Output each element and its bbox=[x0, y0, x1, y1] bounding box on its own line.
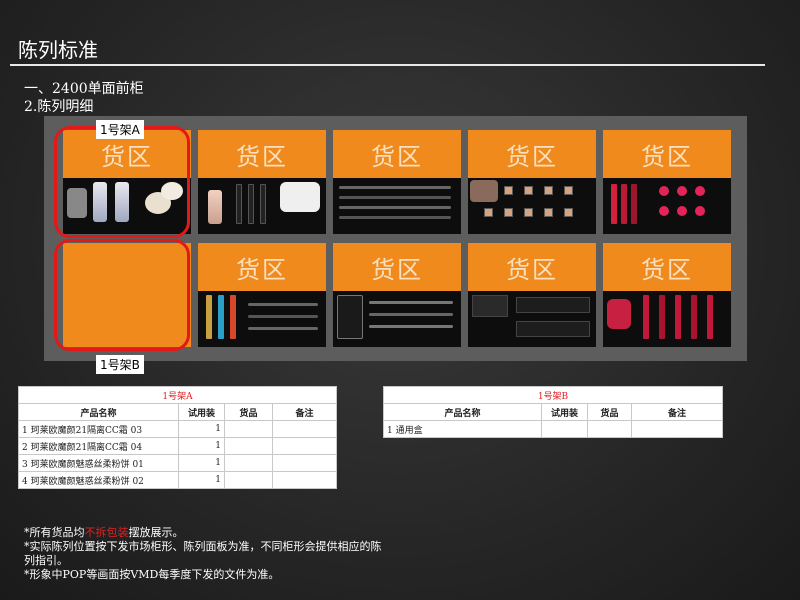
column-header-product: 产品名称 bbox=[18, 403, 179, 421]
tester-cell: 1 bbox=[178, 471, 225, 489]
column-header-goods: 货品 bbox=[224, 403, 273, 421]
table-row: 2 珂莱欧魔颜21隔离CC霜 04 1 bbox=[18, 437, 337, 455]
product-image-palette-box bbox=[468, 291, 596, 347]
tile-band-label: 货区 bbox=[198, 243, 326, 291]
rack-a-table: 1号架A 产品名称 试用装 货品 备注 1 珂莱欧魔颜21隔离CC霜 03 1 … bbox=[18, 386, 337, 489]
column-header-note: 备注 bbox=[272, 403, 337, 421]
display-tile-r1c5: 货区 bbox=[603, 130, 731, 234]
product-name-cell: 4 珂莱欧魔颜魅惑丝柔粉饼 02 bbox=[18, 471, 179, 489]
product-image-lipstick bbox=[603, 178, 731, 234]
tile-band-label: 货区 bbox=[468, 130, 596, 178]
column-header-tester: 试用装 bbox=[178, 403, 225, 421]
product-name-cell: 3 珂莱欧魔颜魅惑丝柔粉饼 01 bbox=[18, 454, 179, 472]
tile-band-label: 货区 bbox=[603, 243, 731, 291]
footnotes: *所有货品均不拆包装摆放展示。 *实际陈列位置按下发市场柜形、陈列面板为准，不同… bbox=[24, 526, 384, 582]
goods-cell bbox=[224, 420, 273, 438]
note-line-3: *形象中POP等画面按VMD每季度下发的文件为准。 bbox=[24, 568, 280, 581]
display-tile-r1c3: 货区 bbox=[333, 130, 461, 234]
tile-band-label: 货区 bbox=[333, 130, 461, 178]
table-caption: 1号架B bbox=[383, 386, 723, 404]
display-panel: 货区 货区 货区 货区 货区 货区 货区 货区 货区 bbox=[44, 116, 747, 361]
table-row: 1 珂莱欧魔颜21隔离CC霜 03 1 bbox=[18, 420, 337, 438]
title-divider bbox=[10, 64, 765, 66]
tester-cell: 1 bbox=[178, 420, 225, 438]
tile-band-label: 货区 bbox=[333, 243, 461, 291]
table-row: 3 珂莱欧魔颜魅惑丝柔粉饼 01 1 bbox=[18, 454, 337, 472]
goods-cell bbox=[224, 471, 273, 489]
goods-cell bbox=[587, 420, 632, 438]
product-image-foundation bbox=[198, 178, 326, 234]
goods-cell bbox=[224, 437, 273, 455]
product-image-mascara bbox=[198, 291, 326, 347]
tile-band-label: 货区 bbox=[198, 130, 326, 178]
product-name-cell: 1 通用盒 bbox=[383, 420, 542, 438]
product-image-eyeliner bbox=[333, 178, 461, 234]
display-tile-r1c2: 货区 bbox=[198, 130, 326, 234]
product-name-cell: 1 珂莱欧魔颜21隔离CC霜 03 bbox=[18, 420, 179, 438]
note-line-1: *所有货品均不拆包装摆放展示。 bbox=[24, 526, 384, 540]
note-1-prefix: *所有货品均 bbox=[24, 526, 85, 539]
table-row: 4 珂莱欧魔颜魅惑丝柔粉饼 02 1 bbox=[18, 471, 337, 489]
rack-b-table: 1号架B 产品名称 试用装 货品 备注 1 通用盒 bbox=[383, 386, 723, 438]
display-tile-r2c5: 货区 bbox=[603, 243, 731, 347]
column-header-goods: 货品 bbox=[587, 403, 632, 421]
rack-b-label: 1号架B bbox=[96, 355, 144, 374]
note-1-highlight: 不拆包装 bbox=[84, 526, 129, 539]
column-header-product: 产品名称 bbox=[383, 403, 542, 421]
product-image-eyeshadow bbox=[468, 178, 596, 234]
display-tile-r2c3: 货区 bbox=[333, 243, 461, 347]
rack-b-outline bbox=[54, 239, 190, 351]
note-cell bbox=[272, 437, 337, 455]
note-cell bbox=[272, 420, 337, 438]
product-image-lip-set bbox=[603, 291, 731, 347]
page-title: 陈列标准 bbox=[18, 38, 98, 62]
note-1-suffix: 摆放展示。 bbox=[128, 526, 184, 539]
rack-a-outline bbox=[54, 126, 190, 238]
note-cell bbox=[631, 420, 723, 438]
note-cell bbox=[272, 471, 337, 489]
goods-cell bbox=[224, 454, 273, 472]
column-header-tester: 试用装 bbox=[541, 403, 588, 421]
subsection-heading: 2.陈列明细 bbox=[24, 99, 94, 115]
table-row: 1 通用盒 bbox=[383, 420, 723, 438]
tester-cell: 1 bbox=[178, 454, 225, 472]
tester-cell bbox=[541, 420, 588, 438]
display-tile-r2c2: 货区 bbox=[198, 243, 326, 347]
column-header-note: 备注 bbox=[631, 403, 723, 421]
product-name-cell: 2 珂莱欧魔颜21隔离CC霜 04 bbox=[18, 437, 179, 455]
display-tile-r2c4: 货区 bbox=[468, 243, 596, 347]
rack-a-label: 1号架A bbox=[96, 120, 144, 139]
product-image-brow-pencil bbox=[333, 291, 461, 347]
display-tile-r1c4: 货区 bbox=[468, 130, 596, 234]
tile-band-label: 货区 bbox=[603, 130, 731, 178]
tile-band-label: 货区 bbox=[468, 243, 596, 291]
section-heading: 一、2400单面前柜 bbox=[24, 81, 144, 97]
note-line-2: *实际陈列位置按下发市场柜形、陈列面板为准，不同柜形会提供相应的陈列指引。 bbox=[24, 540, 382, 567]
table-caption: 1号架A bbox=[18, 386, 337, 404]
tester-cell: 1 bbox=[178, 437, 225, 455]
note-cell bbox=[272, 454, 337, 472]
